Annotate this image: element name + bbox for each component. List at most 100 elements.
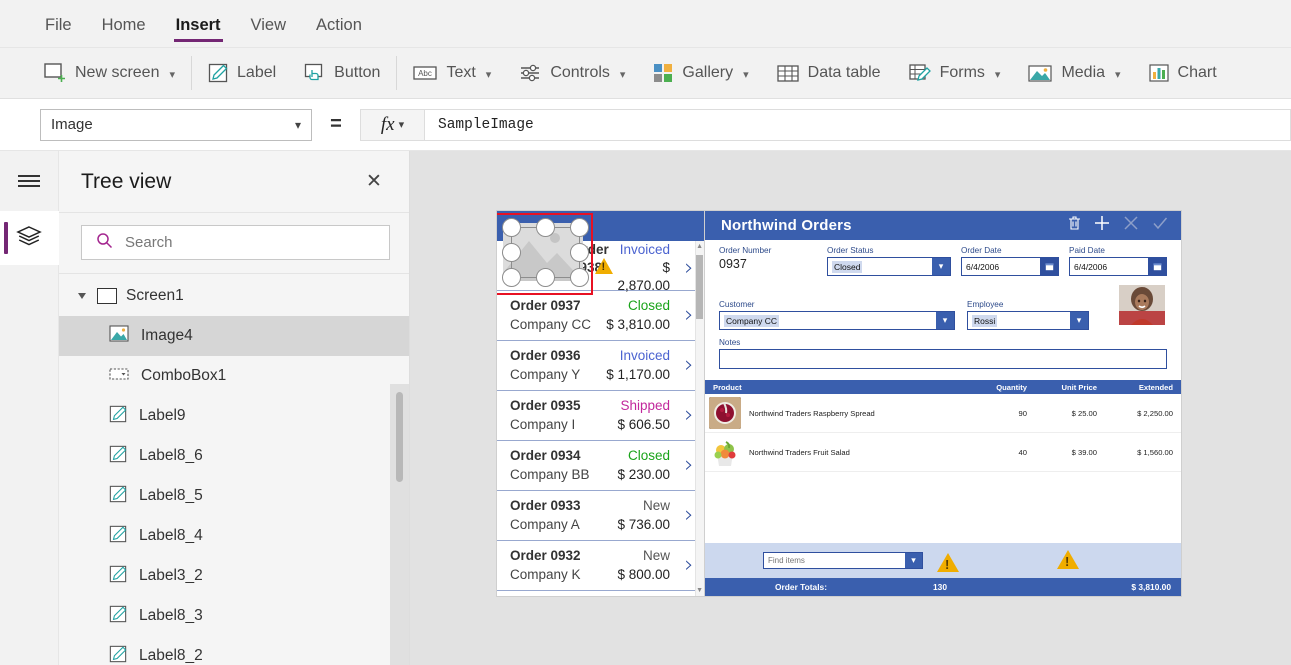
confirm-check-icon[interactable] — [1151, 214, 1169, 237]
chevron-down-icon: ▾ — [485, 68, 492, 81]
ribbon-text-label: Text — [446, 64, 476, 81]
tree-scrollbar-thumb[interactable] — [396, 392, 403, 482]
close-icon[interactable]: ✕ — [361, 169, 387, 195]
new-screen-icon — [44, 63, 66, 83]
tree-node-label8-3[interactable]: Label8_3 — [59, 596, 409, 636]
product-extended: $ 1,560.00 — [1137, 447, 1173, 457]
hamburger-menu-icon[interactable] — [0, 151, 59, 211]
resize-handle-ne[interactable] — [570, 218, 589, 237]
product-unit-price: $ 39.00 — [1071, 447, 1097, 457]
search-input[interactable]: Search — [81, 225, 390, 260]
ribbon-data-table-label: Data table — [807, 64, 881, 81]
ribbon-divider — [191, 56, 193, 90]
property-selector-value: Image — [51, 116, 93, 133]
property-selector[interactable]: Image ▾ — [40, 108, 312, 141]
product-name-cell: Northwind Traders Fruit Salad — [705, 436, 965, 468]
fx-button[interactable]: fx ▾ — [360, 108, 425, 141]
notes-input[interactable] — [719, 349, 1167, 369]
order-status-dropdown[interactable]: Closed ▾ — [827, 257, 951, 276]
media-image-icon — [1028, 64, 1053, 83]
find-items-combobox[interactable]: Find items ▾ — [763, 552, 923, 569]
field-notes: Notes — [705, 330, 1181, 369]
menu-item-view[interactable]: View — [236, 0, 301, 48]
tree-node-combobox1[interactable]: ComboBox1 — [59, 356, 409, 396]
paid-date-picker[interactable]: 6/4/2006 — [1069, 257, 1167, 276]
rail-tree-view-button[interactable] — [0, 211, 59, 265]
products-table-row[interactable]: Northwind Traders Fruit Salad 40 $ 39.00… — [705, 433, 1181, 472]
menu-item-action[interactable]: Action — [301, 0, 377, 48]
resize-handle-sw[interactable] — [502, 268, 521, 287]
ribbon-controls[interactable]: Controls ▾ — [505, 48, 639, 98]
detail-row-2: Customer Company CC ▾ Employee Rossi ▾ — [705, 276, 1181, 330]
ribbon-new-screen-label: New screen — [75, 64, 160, 81]
resize-handle-nw[interactable] — [502, 218, 521, 237]
ribbon-label[interactable]: Label — [194, 48, 290, 98]
gallery-squares-icon — [653, 63, 673, 83]
tree-node-screen1[interactable]: Screen1 — [59, 276, 409, 316]
product-quantity: 90 — [1018, 408, 1027, 418]
tree-node-label8-6[interactable]: Label8_6 — [59, 436, 409, 476]
chevron-down-icon: ▾ — [743, 68, 749, 81]
formula-input[interactable]: SampleImage — [425, 108, 1291, 141]
resize-handle-se[interactable] — [570, 268, 589, 287]
tree-node-label8-2[interactable]: Label8_2 — [59, 636, 409, 665]
tree-node-label8-4[interactable]: Label8_4 — [59, 516, 409, 556]
tree-node-label9[interactable]: Label9 — [59, 396, 409, 436]
chevron-down-icon[interactable]: ▾ — [936, 312, 954, 329]
product-name: Northwind Traders Raspberry Spread — [749, 408, 875, 418]
resize-handle-e[interactable] — [570, 243, 589, 262]
employee-dropdown[interactable]: Rossi ▾ — [967, 311, 1089, 330]
chevron-down-icon[interactable]: ▾ — [905, 553, 922, 568]
products-table-row[interactable]: Northwind Traders Raspberry Spread 90 $ … — [705, 394, 1181, 433]
field-order-status: Order Status Closed ▾ — [827, 246, 951, 276]
ribbon-divider — [396, 56, 398, 90]
fx-label: fx — [380, 113, 395, 135]
field-order-date: Order Date 6/4/2006 — [961, 246, 1059, 276]
ribbon-new-screen[interactable]: New screen ▾ — [30, 48, 189, 98]
product-quantity: 40 — [1018, 447, 1027, 457]
ribbon-text[interactable]: Abc Text ▾ — [399, 48, 505, 98]
resize-handle-s[interactable] — [536, 268, 555, 287]
menu-item-file[interactable]: File — [30, 0, 87, 48]
tree-view-panel: Tree view ✕ Search Screen1 Image4 ComboB… — [59, 151, 410, 665]
label-icon — [109, 405, 127, 428]
products-table: Product Quantity Unit Price Extended Nor… — [705, 380, 1181, 472]
find-items-placeholder: Find items — [768, 556, 805, 565]
plus-icon[interactable] — [1093, 214, 1111, 237]
app-canvas[interactable]: Order 0938 Company Z Invoiced $ 2,870.00… — [410, 151, 1291, 665]
ribbon-chart[interactable]: Chart — [1135, 48, 1231, 98]
label-icon — [109, 605, 127, 628]
cancel-x-icon[interactable] — [1122, 214, 1140, 237]
product-unit-price: $ 25.00 — [1071, 408, 1097, 418]
resize-handle-w[interactable] — [502, 243, 521, 262]
trash-icon[interactable] — [1067, 215, 1082, 236]
resize-handle-n[interactable] — [536, 218, 555, 237]
ribbon-button[interactable]: Button — [290, 48, 394, 98]
tree-node-label8-5[interactable]: Label8_5 — [59, 476, 409, 516]
expand-triangle-icon[interactable] — [78, 293, 86, 299]
chevron-down-icon[interactable]: ▾ — [1070, 312, 1088, 329]
calendar-icon[interactable] — [1148, 258, 1166, 275]
customer-dropdown[interactable]: Company CC ▾ — [719, 311, 955, 330]
ribbon-data-table[interactable]: Data table — [763, 48, 895, 98]
calendar-icon[interactable] — [1040, 258, 1058, 275]
ribbon-forms-label: Forms — [939, 64, 985, 81]
menu-item-home[interactable]: Home — [87, 0, 161, 48]
tree-search-container: Search — [59, 213, 409, 274]
chevron-down-icon: ▾ — [169, 68, 176, 81]
chevron-down-icon[interactable]: ▾ — [932, 258, 950, 275]
order-date-picker[interactable]: 6/4/2006 — [961, 257, 1059, 276]
svg-text:Abc: Abc — [419, 69, 433, 78]
column-header-extended: Extended — [1138, 382, 1173, 392]
button-icon — [304, 63, 325, 83]
tree-node-label: Label3_2 — [139, 567, 203, 584]
tree-node-label3-2[interactable]: Label3_2 — [59, 556, 409, 596]
ribbon-media[interactable]: Media ▾ — [1014, 48, 1134, 98]
field-label: Employee — [967, 300, 1004, 309]
field-employee: Employee Rossi ▾ — [967, 300, 1089, 330]
orders-gallery[interactable]: Order 0938 Company Z Invoiced $ 2,870.00… — [497, 211, 705, 596]
ribbon-gallery[interactable]: Gallery ▾ — [639, 48, 762, 98]
menu-item-insert[interactable]: Insert — [161, 0, 236, 48]
ribbon-forms[interactable]: Forms ▾ — [895, 48, 1015, 98]
tree-node-image4[interactable]: Image4 — [59, 316, 409, 356]
